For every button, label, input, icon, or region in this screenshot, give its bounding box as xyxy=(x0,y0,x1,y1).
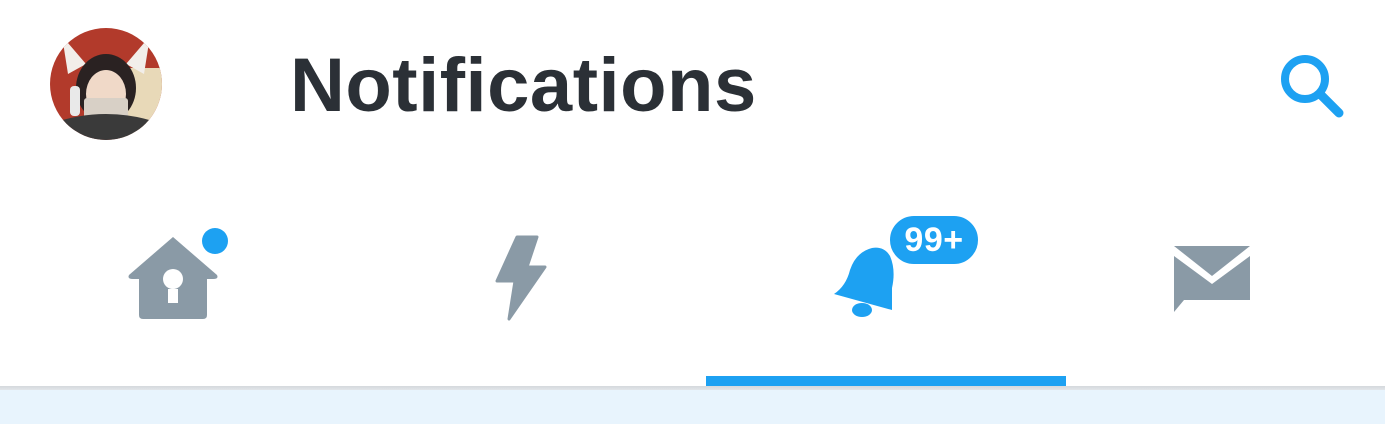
avatar-image xyxy=(50,28,162,140)
unread-dot-indicator xyxy=(202,228,228,254)
tab-moments[interactable] xyxy=(346,188,692,388)
search-icon xyxy=(1281,55,1344,118)
envelope-icon xyxy=(1173,246,1250,312)
lightning-icon xyxy=(495,235,547,321)
top-app-bar: Notifications xyxy=(0,0,1385,170)
search-button[interactable] xyxy=(1270,48,1354,124)
twitter-notifications-screen: Notifications 99+ xyxy=(0,0,1385,424)
profile-avatar[interactable] xyxy=(50,28,162,140)
notification-count-badge: 99+ xyxy=(886,212,982,268)
tab-bar xyxy=(0,188,1385,388)
tab-notifications[interactable] xyxy=(693,188,1039,388)
page-title: Notifications xyxy=(290,43,757,128)
tab-home[interactable] xyxy=(0,188,346,388)
tab-messages[interactable] xyxy=(1039,188,1385,388)
content-area-top xyxy=(0,390,1385,424)
